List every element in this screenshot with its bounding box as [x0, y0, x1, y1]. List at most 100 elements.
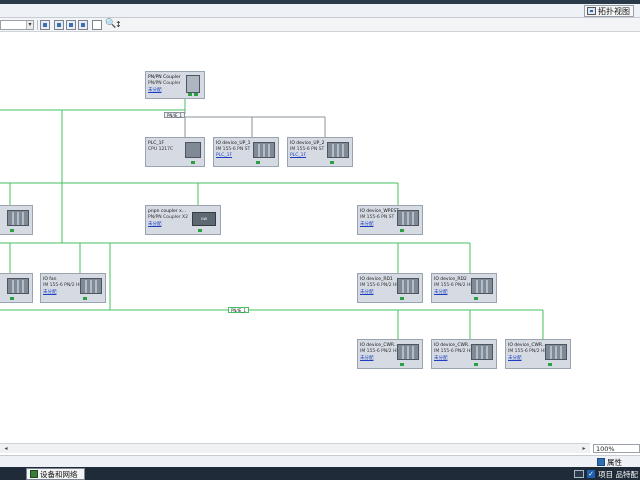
- device-link[interactable]: 未分配: [148, 221, 162, 227]
- port-icon[interactable]: [400, 363, 404, 366]
- device-name: IO device_CWR...: [434, 343, 473, 348]
- network-canvas[interactable]: PN/IE_1 PN/IE_1 PN/PN Coupler PN/PN Coup…: [0, 33, 640, 443]
- device-type: IM 155-6 PN/2 HF: [43, 283, 83, 288]
- device-type: IM 155-6 PN ST: [216, 147, 251, 152]
- page-icon[interactable]: [92, 20, 102, 30]
- device-link[interactable]: 未分配: [360, 355, 374, 361]
- device-pnpn-coupler-x2[interactable]: pnpn coupler x... PN/PN Coupler X2 未分配 G…: [145, 205, 221, 235]
- network-label-pn-ie-1-mid[interactable]: PN/IE_1: [228, 307, 250, 313]
- grid-icon[interactable]: [78, 20, 88, 30]
- io-rack-icon: [253, 142, 275, 158]
- connections-icon[interactable]: [54, 20, 64, 30]
- device-name: IO fan: [43, 277, 57, 282]
- device-link[interactable]: 未分配: [360, 289, 374, 295]
- toolbar-separator: [37, 20, 38, 30]
- pointer-icon[interactable]: ↕: [115, 20, 125, 30]
- device-io-cwr-2[interactable]: IO device_CWR... IM 155-6 PN/2 HF 未分配: [431, 339, 497, 369]
- device-left-partial-1[interactable]: [0, 205, 33, 235]
- device-name: IO device_UP_2: [290, 141, 325, 146]
- device-io-wpest[interactable]: IO device_WPEST IM 155-6 PN ST 未分配: [357, 205, 423, 235]
- device-link[interactable]: 未分配: [434, 355, 448, 361]
- device-io-cwr-1[interactable]: IO device_CWR... IM 155-6 PN/2 HF 未分配: [357, 339, 423, 369]
- port-icon[interactable]: [10, 297, 14, 300]
- port-icon[interactable]: [10, 229, 14, 232]
- device-plc-1[interactable]: PLC_1F CPU 1217C: [145, 137, 205, 167]
- project-status[interactable]: ✓ 项目 品特配: [574, 468, 638, 480]
- device-type: IM 155-6 PN/2 HF: [360, 349, 400, 354]
- io-rack-icon: [471, 344, 493, 360]
- check-icon: ✓: [587, 470, 596, 478]
- port-icon[interactable]: [194, 93, 198, 96]
- io-rack-icon: [80, 278, 102, 294]
- io-rack-icon: [327, 142, 349, 158]
- device-link[interactable]: 未分配: [508, 355, 522, 361]
- port-icon[interactable]: [256, 161, 260, 164]
- io-rack-icon: [545, 344, 567, 360]
- topology-view-label: 拓扑视图: [598, 6, 630, 16]
- port-icon[interactable]: [191, 161, 195, 164]
- network-lines: [0, 97, 544, 339]
- chevron-down-icon[interactable]: ▾: [26, 21, 33, 29]
- topology-icon: [587, 7, 596, 15]
- device-type: CPU 1217C: [148, 147, 174, 152]
- device-name: IO device_UP_1: [216, 141, 251, 146]
- port-icon[interactable]: [400, 297, 404, 300]
- zoom-level-field[interactable]: 100%: [593, 444, 640, 453]
- network-view-icon[interactable]: [40, 20, 50, 30]
- device-io-up-1[interactable]: IO device_UP_1 IM 155-6 PN ST PLC_1F: [213, 137, 279, 167]
- device-pnpn-coupler[interactable]: PN/PN Coupler PN/PN Coupler 未分配: [145, 71, 205, 99]
- zoom-icon[interactable]: 🔍: [105, 20, 116, 30]
- port-icon[interactable]: [474, 363, 478, 366]
- device-type: PN/PN Coupler: [148, 81, 181, 86]
- coupler-module-icon: [186, 75, 200, 93]
- device-link[interactable]: 未分配: [43, 289, 57, 295]
- highlight-icon[interactable]: [66, 20, 76, 30]
- view-combo[interactable]: ▾: [0, 20, 34, 30]
- devices-networks-icon: [30, 470, 38, 478]
- device-io-rd2[interactable]: IO device_RD2 IM 155-6 PN/2 HF 未分配: [431, 273, 497, 303]
- io-rack-icon: [7, 278, 29, 294]
- device-link[interactable]: PLC_1F: [216, 153, 232, 158]
- device-name: pnpn coupler x...: [148, 209, 187, 214]
- device-io-cwr-3[interactable]: IO device_CWR... IM 155-6 PN/2 HF 未分配: [505, 339, 571, 369]
- device-type: IM 155-6 PN/2 HF: [360, 283, 400, 288]
- horizontal-scrollbar[interactable]: ◂ ▸: [0, 443, 590, 453]
- port-icon[interactable]: [330, 161, 334, 164]
- device-left-partial-2[interactable]: [0, 273, 33, 303]
- port-icon[interactable]: [198, 229, 202, 232]
- tab-devices-networks[interactable]: 设备和网络: [26, 468, 85, 480]
- device-io-up-2[interactable]: IO device_UP_2 IM 155-6 PN ST PLC_1F: [287, 137, 353, 167]
- device-name: IO device_RD2: [434, 277, 467, 282]
- io-rack-icon: [397, 278, 419, 294]
- device-io-fan[interactable]: IO fan IM 155-6 PN/2 HF 未分配: [40, 273, 106, 303]
- device-link[interactable]: 未分配: [360, 221, 374, 227]
- tab-devices-networks-label: 设备和网络: [40, 469, 78, 479]
- network-label-pn-ie-1-top[interactable]: PN/IE_1: [164, 112, 186, 118]
- bottom-panel-bar: 属性: [0, 455, 640, 467]
- port-icon[interactable]: [474, 297, 478, 300]
- device-link[interactable]: 未分配: [434, 289, 448, 295]
- device-type: IM 155-6 PN/2 HF: [508, 349, 548, 354]
- device-link[interactable]: 未分配: [148, 87, 162, 93]
- io-rack-icon: [397, 344, 419, 360]
- port-icon[interactable]: [548, 363, 552, 366]
- device-type: IM 155-6 PN ST: [360, 215, 395, 220]
- device-link[interactable]: PLC_1F: [290, 153, 306, 158]
- device-name: IO device_WPEST: [360, 209, 399, 214]
- topology-view-button[interactable]: 拓扑视图: [584, 5, 634, 17]
- title-bar: 拓扑视图: [0, 4, 640, 18]
- port-icon[interactable]: [188, 93, 192, 96]
- properties-button[interactable]: 属性: [597, 457, 622, 467]
- device-name: IO device_CWR...: [508, 343, 547, 348]
- scroll-left-icon[interactable]: ◂: [2, 445, 10, 452]
- port-icon[interactable]: [83, 297, 87, 300]
- device-io-rd1[interactable]: IO device_RD1 IM 155-6 PN/2 HF 未分配: [357, 273, 423, 303]
- port-icon[interactable]: [400, 229, 404, 232]
- device-name: IO device_RD1: [360, 277, 393, 282]
- device-type: IM 155-6 PN/2 HF: [434, 283, 474, 288]
- properties-icon: [597, 458, 605, 466]
- status-bar: 设备和网络 ✓ 项目 品特配: [0, 467, 640, 480]
- toolbar: ▾ 🔍 ↕: [0, 18, 640, 32]
- monitor-icon[interactable]: [574, 470, 585, 478]
- scroll-right-icon[interactable]: ▸: [580, 445, 588, 452]
